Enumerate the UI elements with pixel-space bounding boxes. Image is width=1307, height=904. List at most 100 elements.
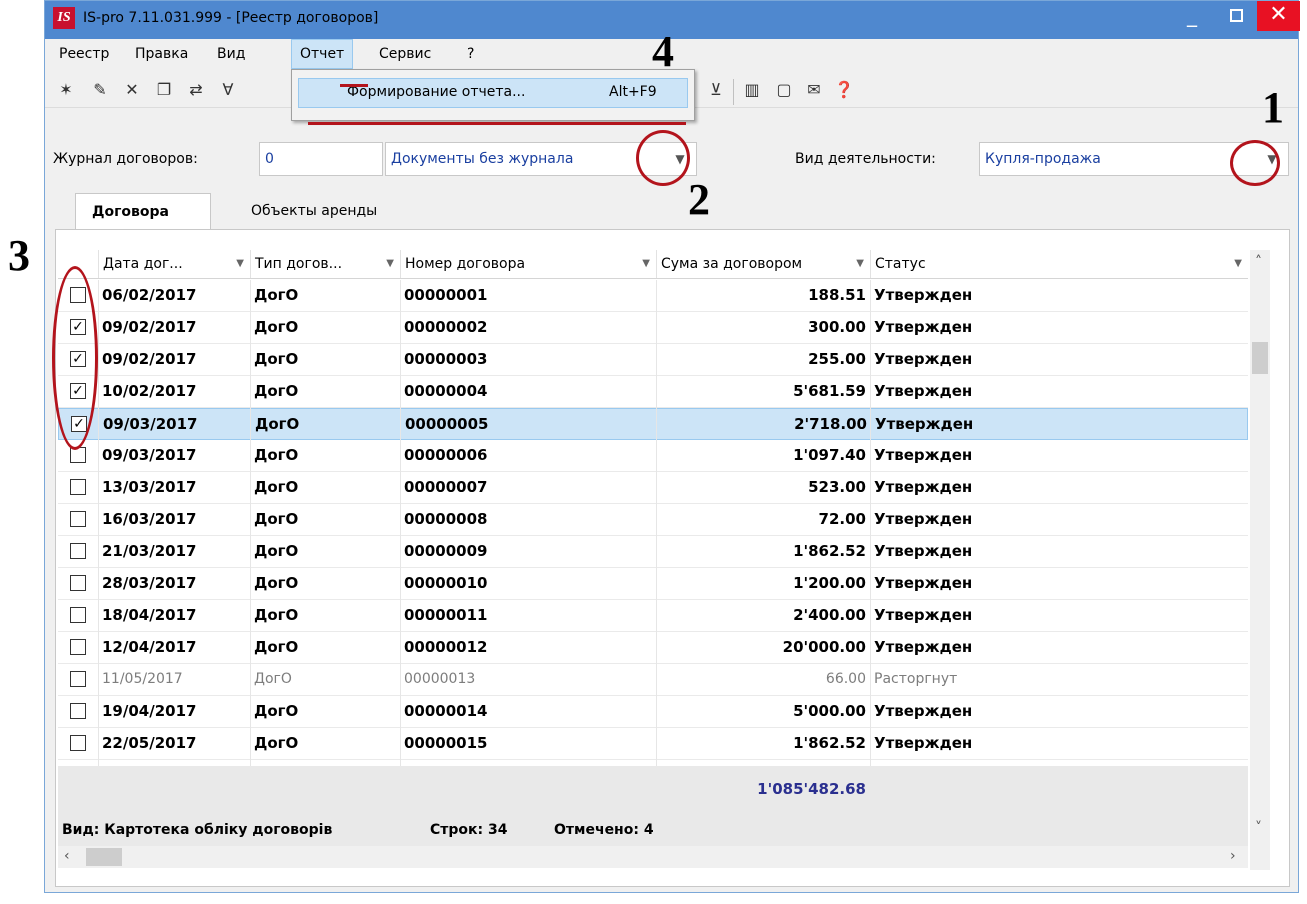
new-record-icon[interactable]: ✶ [55, 79, 77, 101]
cell-sum: 72.00 [818, 510, 866, 528]
menu-help[interactable]: ? [459, 39, 482, 69]
cell-sum: 2'400.00 [793, 606, 866, 624]
cell-sum: 5'681.59 [793, 382, 866, 400]
row-checkbox[interactable] [70, 607, 86, 623]
row-checkbox[interactable] [70, 511, 86, 527]
menu-registry[interactable]: Реестр [51, 39, 117, 69]
menu-edit[interactable]: Правка [127, 39, 196, 69]
row-checkbox[interactable] [70, 703, 86, 719]
cell-status: Утвержден [874, 478, 973, 496]
cell-sum: 66.00 [825, 671, 866, 687]
mail-icon[interactable]: ✉ [803, 79, 825, 101]
filter-icon[interactable]: ∀ [217, 79, 239, 101]
cell-date: 28/03/2017 [102, 574, 197, 592]
cell-sum: 188.51 [808, 286, 866, 304]
minimize-button[interactable]: _ [1169, 1, 1215, 31]
scroll-up-icon[interactable]: ˄ [1255, 254, 1262, 270]
cell-sum: 300.00 [808, 318, 866, 336]
table-row[interactable]: ✓ 09/03/2017 ДогО 00000005 2'718.00 Утвержден [58, 408, 1248, 440]
row-checkbox[interactable] [70, 671, 86, 687]
move-icon[interactable]: ⇄ [185, 79, 207, 101]
column-header-sum[interactable]: Сума за договором ▼ [656, 250, 870, 278]
menu-view[interactable]: Вид [209, 39, 253, 69]
minimize-icon: _ [1187, 3, 1197, 27]
sort-arrow-icon: ▼ [856, 258, 864, 269]
cell-date: 09/02/2017 [102, 318, 197, 336]
table-row[interactable]: 09/03/2017 ДогО 00000006 1'097.40 Утвержден [58, 440, 1248, 472]
delete-record-icon[interactable]: ✕ [121, 79, 143, 101]
table-row[interactable]: 21/03/2017 ДогО 00000009 1'862.52 Утвержден [58, 536, 1248, 568]
activity-label: Вид деятельности: [795, 151, 936, 167]
column-header-number[interactable]: Номер договора ▼ [400, 250, 656, 278]
row-checkbox[interactable] [70, 575, 86, 591]
table-row[interactable]: 11/05/2017 ДогО 00000013 66.00 Расторгнут [58, 664, 1248, 696]
table-row[interactable]: 16/03/2017 ДогО 00000008 72.00 Утвержден [58, 504, 1248, 536]
help-icon[interactable]: ❓ [833, 79, 855, 101]
chart-icon[interactable]: ▥ [741, 79, 763, 101]
form-icon[interactable]: ▢ [773, 79, 795, 101]
cell-status: Утвержден [874, 318, 973, 336]
table-row[interactable]: ✓ 09/02/2017 ДогО 00000002 300.00 Утвержден [58, 312, 1248, 344]
cell-type: ДогО [254, 702, 299, 720]
annotation-ellipse-checkboxes [52, 266, 98, 450]
column-separator [400, 280, 401, 790]
table-row[interactable]: 13/03/2017 ДогО 00000007 523.00 Утвержден [58, 472, 1248, 504]
journal-code-field[interactable]: 0 [259, 142, 383, 176]
cell-status: Утвержден [874, 446, 973, 464]
tab-contracts[interactable]: Договора [75, 193, 211, 229]
row-checkbox[interactable] [70, 543, 86, 559]
grid-header: Дата дог... ▼ Тип догов... ▼ Номер договор… [58, 250, 1248, 279]
report-dropdown: Формирование отчета... Alt+F9 [291, 69, 695, 121]
cell-type: ДогО [254, 286, 299, 304]
annotation-circle-journal [636, 130, 690, 186]
column-header-type[interactable]: Тип догов... ▼ [250, 250, 400, 278]
scroll-down-icon[interactable]: ˅ [1255, 820, 1262, 836]
tab-lease-objects[interactable]: Объекты аренды [235, 193, 393, 229]
horizontal-scroll-thumb[interactable] [86, 848, 122, 866]
cell-number: 00000004 [404, 382, 488, 400]
horizontal-scrollbar[interactable]: ‹ › [58, 846, 1248, 868]
cell-number: 00000005 [405, 415, 489, 433]
sort-arrow-icon: ▼ [236, 258, 244, 269]
cell-date: 13/03/2017 [102, 478, 197, 496]
table-row[interactable]: 19/04/2017 ДогО 00000014 5'000.00 Утвержден [58, 696, 1248, 728]
table-row[interactable]: 28/03/2017 ДогО 00000010 1'200.00 Утвержден [58, 568, 1248, 600]
table-row[interactable]: 12/04/2017 ДогО 00000012 20'000.00 Утвержден [58, 632, 1248, 664]
generate-report-shortcut: Alt+F9 [609, 84, 657, 100]
cell-status: Утвержден [874, 510, 973, 528]
total-sum: 1'085'482.68 [757, 780, 866, 798]
vertical-scroll-thumb[interactable] [1252, 342, 1268, 374]
window-title: IS-pro 7.11.031.999 - [Реестр договоров] [83, 10, 379, 26]
generate-report-item[interactable]: Формирование отчета... Alt+F9 [298, 78, 688, 108]
cell-date: 16/03/2017 [102, 510, 197, 528]
table-row[interactable]: ✓ 09/02/2017 ДогО 00000003 255.00 Утвержден [58, 344, 1248, 376]
scroll-left-icon[interactable]: ‹ [64, 848, 70, 864]
scroll-right-icon[interactable]: › [1230, 848, 1236, 864]
cell-sum: 1'200.00 [793, 574, 866, 592]
table-row[interactable]: 06/02/2017 ДогО 00000001 188.51 Утвержден [58, 280, 1248, 312]
cell-type: ДогО [254, 510, 299, 528]
row-checkbox[interactable] [70, 735, 86, 751]
cell-status: Расторгнут [874, 671, 958, 687]
table-row[interactable]: 22/05/2017 ДогО 00000015 1'862.52 Утвержден [58, 728, 1248, 760]
row-checkbox[interactable] [70, 639, 86, 655]
cell-status: Утвержден [874, 638, 973, 656]
vertical-scrollbar[interactable]: ˄ ˅ [1250, 250, 1270, 870]
copy-icon[interactable]: ❐ [153, 79, 175, 101]
table-row[interactable]: ✓ 10/02/2017 ДогО 00000004 5'681.59 Утвержден [58, 376, 1248, 408]
table-row[interactable]: 18/04/2017 ДогО 00000011 2'400.00 Утвержден [58, 600, 1248, 632]
column-header-date[interactable]: Дата дог... ▼ [98, 250, 250, 278]
cell-number: 00000013 [404, 671, 476, 687]
clear-filter-icon[interactable]: ⊻ [705, 79, 727, 101]
cell-type: ДогО [254, 671, 292, 687]
menu-service[interactable]: Сервис [371, 39, 439, 69]
maximize-button[interactable] [1213, 1, 1259, 31]
cell-sum: 20'000.00 [782, 638, 866, 656]
menu-report[interactable]: Отчет [291, 39, 354, 69]
close-button[interactable]: ✕ [1257, 1, 1300, 31]
row-checkbox[interactable] [70, 479, 86, 495]
annotation-number-3: 3 [8, 231, 30, 280]
column-header-status[interactable]: Статус ▼ [870, 250, 1248, 278]
close-icon: ✕ [1269, 2, 1288, 27]
edit-record-icon[interactable]: ✎ [89, 79, 111, 101]
